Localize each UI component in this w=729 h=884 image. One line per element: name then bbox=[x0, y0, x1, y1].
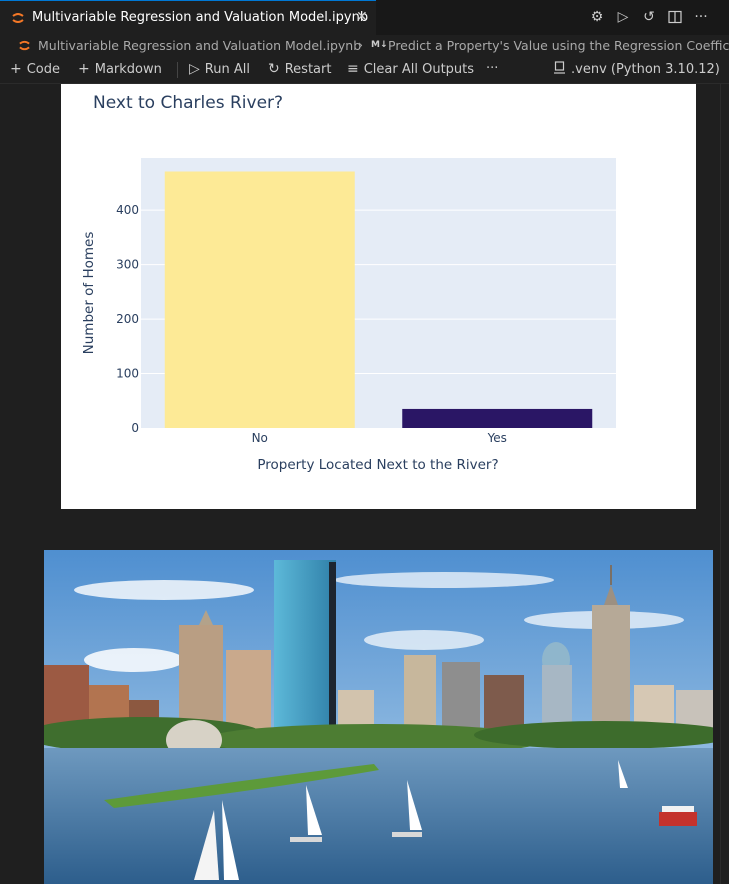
breadcrumb-file[interactable]: Multivariable Regression and Valuation M… bbox=[38, 38, 361, 53]
more-actions-icon[interactable]: ··· bbox=[693, 8, 709, 26]
run-all-label: Run All bbox=[204, 61, 250, 77]
notebook-toolbar: + Code + Markdown ▷ Run All ↻ Restart ≡ … bbox=[0, 57, 729, 84]
x-tick-label: Yes bbox=[487, 431, 507, 445]
restart-label: Restart bbox=[284, 61, 332, 77]
add-markdown-button[interactable]: + Markdown bbox=[78, 61, 162, 77]
clear-outputs-icon: ≡ bbox=[347, 61, 359, 77]
chart-title: Next to Charles River? bbox=[93, 93, 283, 113]
kernel-picker[interactable]: .venv (Python 3.10.12) bbox=[553, 61, 720, 78]
run-all-button[interactable]: ▷ Run All bbox=[189, 61, 250, 77]
editor-actions: ⚙ ▷ ↺ ··· bbox=[589, 8, 709, 26]
markdown-icon: M↓ bbox=[371, 40, 388, 50]
chart-output: Next to Charles River? 0 100 200 300 400 No Y… bbox=[61, 84, 696, 509]
x-axis-label: Property Located Next to the River? bbox=[257, 457, 498, 473]
x-tick-labels: No Yes bbox=[252, 431, 507, 445]
x-tick-label: No bbox=[252, 431, 268, 445]
add-code-button[interactable]: + Code bbox=[10, 61, 60, 77]
plus-icon: + bbox=[10, 61, 22, 77]
run-icon[interactable]: ▷ bbox=[615, 8, 631, 26]
editor-tab-bar: Multivariable Regression and Valuation M… bbox=[0, 0, 729, 35]
jupyter-icon bbox=[12, 13, 24, 23]
bar-yes[interactable] bbox=[402, 408, 593, 428]
split-editor-icon[interactable] bbox=[667, 8, 683, 26]
close-icon[interactable]: ✕ bbox=[356, 9, 368, 25]
toolbar-divider bbox=[177, 62, 178, 78]
history-icon[interactable]: ↺ bbox=[641, 8, 657, 26]
y-tick-label: 200 bbox=[116, 312, 139, 326]
run-all-icon: ▷ bbox=[189, 61, 200, 77]
y-tick-label: 0 bbox=[131, 421, 139, 435]
breadcrumb-cell[interactable]: Predict a Property's Value using the Reg… bbox=[388, 38, 729, 53]
restart-button[interactable]: ↻ Restart bbox=[268, 61, 331, 77]
y-tick-labels: 0 100 200 300 400 bbox=[116, 203, 139, 435]
add-code-label: Code bbox=[26, 61, 61, 77]
gear-icon[interactable]: ⚙ bbox=[589, 8, 605, 26]
restart-icon: ↻ bbox=[268, 61, 280, 77]
notebook-content: Next to Charles River? 0 100 200 300 400 No Y… bbox=[0, 84, 729, 884]
kernel-icon bbox=[553, 61, 566, 78]
clear-outputs-label: Clear All Outputs bbox=[363, 61, 475, 77]
boston-skyline-image bbox=[44, 550, 713, 884]
tab-title: Multivariable Regression and Valuation M… bbox=[32, 10, 369, 25]
scrollbar[interactable] bbox=[720, 84, 729, 884]
y-axis-label: Number of Homes bbox=[81, 232, 97, 355]
plus-icon: + bbox=[78, 61, 90, 77]
y-tick-label: 400 bbox=[116, 203, 139, 217]
jupyter-icon bbox=[19, 40, 30, 51]
kernel-label: .venv (Python 3.10.12) bbox=[571, 62, 720, 77]
bar-no[interactable] bbox=[164, 171, 355, 429]
y-tick-label: 300 bbox=[116, 258, 139, 272]
clear-all-outputs-button[interactable]: ≡ Clear All Outputs bbox=[347, 61, 474, 77]
notebook-tab[interactable]: Multivariable Regression and Valuation M… bbox=[0, 0, 376, 35]
y-tick-label: 100 bbox=[116, 367, 139, 381]
breadcrumb: Multivariable Regression and Valuation M… bbox=[0, 35, 729, 57]
more-icon: ··· bbox=[486, 61, 499, 76]
add-markdown-label: Markdown bbox=[94, 61, 162, 77]
chevron-right-icon: › bbox=[358, 37, 363, 52]
bar-chart: Next to Charles River? 0 100 200 300 400 No Y… bbox=[81, 93, 616, 473]
more-toolbar-button[interactable]: ··· bbox=[486, 61, 498, 76]
